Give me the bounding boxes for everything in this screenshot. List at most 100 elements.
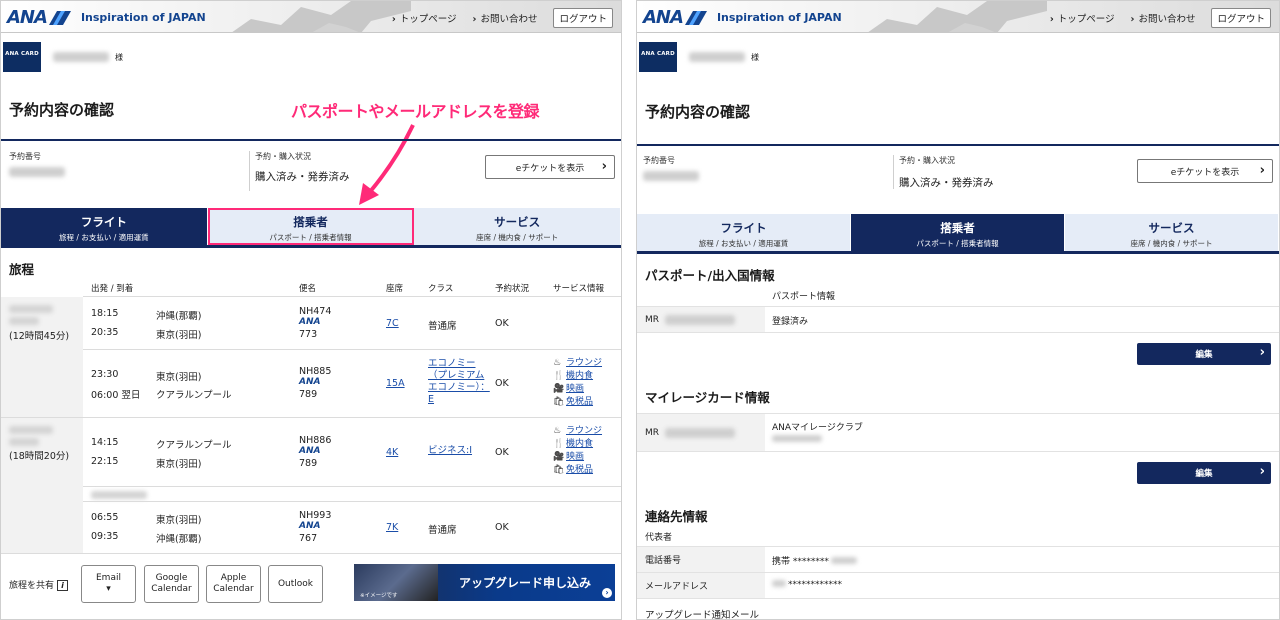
passenger-name-cell: MR [637,307,765,332]
seat-link[interactable]: 7C [386,318,399,329]
share-label: 旅程を共有 i [9,578,69,591]
passenger-name-redacted [665,314,736,325]
chevron-down-icon: ▾ [106,584,111,594]
honorific: 様 [115,52,123,62]
contact-link[interactable]: お問い合わせ [1131,11,1195,25]
phone-value-text: 携帯 ******** [772,557,829,567]
movie-link[interactable]: 🎥 映画 [553,383,602,396]
annotation-text: パスポートやメールアドレスを登録 [291,102,540,121]
top-page-link[interactable]: トップページ [392,11,457,25]
row-separator [637,332,1279,333]
phone-label: 電話番号 [637,547,765,572]
meal-link[interactable]: 🍴 機内食 [553,438,602,451]
dep-city: 沖縄(那覇) [156,311,202,322]
row-separator [83,501,621,502]
google-calendar-button[interactable]: Google Calendar [144,565,199,603]
seat-link[interactable]: 15A [386,378,405,389]
logo-text: ANA [7,7,48,28]
phone-value: 携帯 ******** [772,554,857,567]
fare-class-link[interactable]: エコノミー）： [428,382,490,394]
logo-stripe-icon [684,10,707,25]
fare-class-link[interactable]: E [428,394,434,406]
info-separator [249,151,250,191]
service-links: ♨ ラウンジ 🍴 機内食 🎥 映画 🛍 免税品 [553,425,602,477]
tab-flight[interactable]: フライト 旅程 / お支払い / 適用運賃 [637,214,851,251]
dutyfree-link[interactable]: 🛍 免税品 [553,396,602,409]
lounge-icon: ♨ [553,358,562,368]
map-decoration-icon [232,1,411,32]
tab-passenger[interactable]: 搭乗者 パスポート / 搭乗者情報 [207,208,415,245]
carrier-logo: ANA [299,446,321,456]
eticket-button[interactable]: eチケットを表示 [1137,159,1273,183]
movie-link[interactable]: 🎥 映画 [553,451,602,464]
passenger-name-cell: MR [637,414,765,451]
logout-button[interactable]: ログアウト [1211,8,1271,28]
tab-service-title: サービス [494,215,541,229]
movie-icon: 🎥 [553,384,565,394]
email-redacted [772,580,786,587]
lounge-link[interactable]: ♨ ラウンジ [553,357,602,370]
meal-icon: 🍴 [553,371,565,381]
arr-time: 20:35 [91,327,119,338]
contact-link[interactable]: お問い合わせ [473,11,537,25]
booking-status: OK [495,318,509,329]
col-depart-arrive: 出発 / 到着 [91,284,134,294]
booking-tabs: フライト 旅程 / お支払い / 適用運賃 搭乗者 パスポート / 搭乗者情報 … [637,214,1279,254]
apple-button-line1: Apple [220,573,247,583]
top-bar: ANA Inspiration of JAPAN トップページ お問い合わせ ロ… [637,1,1279,33]
upgrade-notice-label: アップグレード通知メール [645,610,760,620]
dutyfree-label: 免税品 [566,465,594,475]
chevron-right-icon: › [602,588,612,598]
top-bar: ANA Inspiration of JAPAN トップページ お問い合わせ ロ… [1,1,621,33]
apple-calendar-button[interactable]: Apple Calendar [206,565,261,603]
passport-info-label: パスポート情報 [772,292,836,302]
passport-edit-button[interactable]: 編集 [1137,343,1271,365]
logout-button[interactable]: ログアウト [553,8,613,28]
outlook-button-label: Outlook [277,578,314,589]
upgrade-banner[interactable]: ※イメージです アップグレード申し込み › [354,564,615,601]
google-button-line1: Google [155,573,188,583]
tab-flight-title: フライト [720,221,767,235]
tab-service[interactable]: サービス 座席 / 機内食 / サポート [1065,214,1279,251]
dutyfree-link[interactable]: 🛍 免税品 [553,464,602,477]
fare-class-link[interactable]: ビジネス:I [428,445,472,457]
passport-heading: パスポート/出入国情報 [645,268,775,283]
email-row: メールアドレス ************ [637,572,1279,598]
lounge-link[interactable]: ♨ ラウンジ [553,425,602,438]
lounge-label: ラウンジ [566,358,603,368]
ana-logo[interactable]: ANA Inspiration of JAPAN [643,7,842,28]
row-separator [83,296,621,297]
meal-link[interactable]: 🍴 機内食 [553,370,602,383]
seat-link[interactable]: 4K [386,447,398,458]
fare-class-link[interactable]: エコノミー [428,358,476,370]
user-name-redacted [53,52,109,62]
tab-passenger-subtitle: パスポート / 搭乗者情報 [269,233,352,242]
email-share-button[interactable]: Email ▾ [81,565,136,603]
eticket-button[interactable]: eチケットを表示 [485,155,615,179]
tab-passenger[interactable]: 搭乗者 パスポート / 搭乗者情報 [851,214,1065,251]
date-redacted [9,305,53,313]
seat-link[interactable]: 7K [386,522,398,533]
google-button-line2: Calendar [151,584,192,594]
passport-row: MR 登録済み [637,306,1279,332]
movie-label: 映画 [566,452,585,462]
aircraft: 773 [299,329,318,340]
fare-class-link[interactable]: （プレミアム [428,370,484,382]
journey-2-summary: (18時間20分) [1,418,83,553]
title-divider [1,139,621,141]
flight-number: NH885 [299,366,332,377]
mileage-edit-button[interactable]: 編集 [1137,462,1271,484]
upgrade-banner-text: アップグレード申し込み [459,576,592,590]
meal-label: 機内食 [566,371,594,381]
ana-logo[interactable]: ANA Inspiration of JAPAN [7,7,206,28]
info-icon[interactable]: i [57,580,69,591]
title-divider [637,144,1279,146]
booking-number-label: 予約番号 [9,152,41,161]
booking-status-label: 予約・購入状況 [899,156,955,165]
top-page-link[interactable]: トップページ [1050,11,1115,25]
outlook-button[interactable]: Outlook [268,565,323,603]
tab-service[interactable]: サービス 座席 / 機内食 / サポート [414,208,621,245]
carrier-logo: ANA [299,521,321,531]
tab-flight[interactable]: フライト 旅程 / お支払い / 適用運賃 [1,208,208,245]
share-label-text: 旅程を共有 [9,581,55,591]
